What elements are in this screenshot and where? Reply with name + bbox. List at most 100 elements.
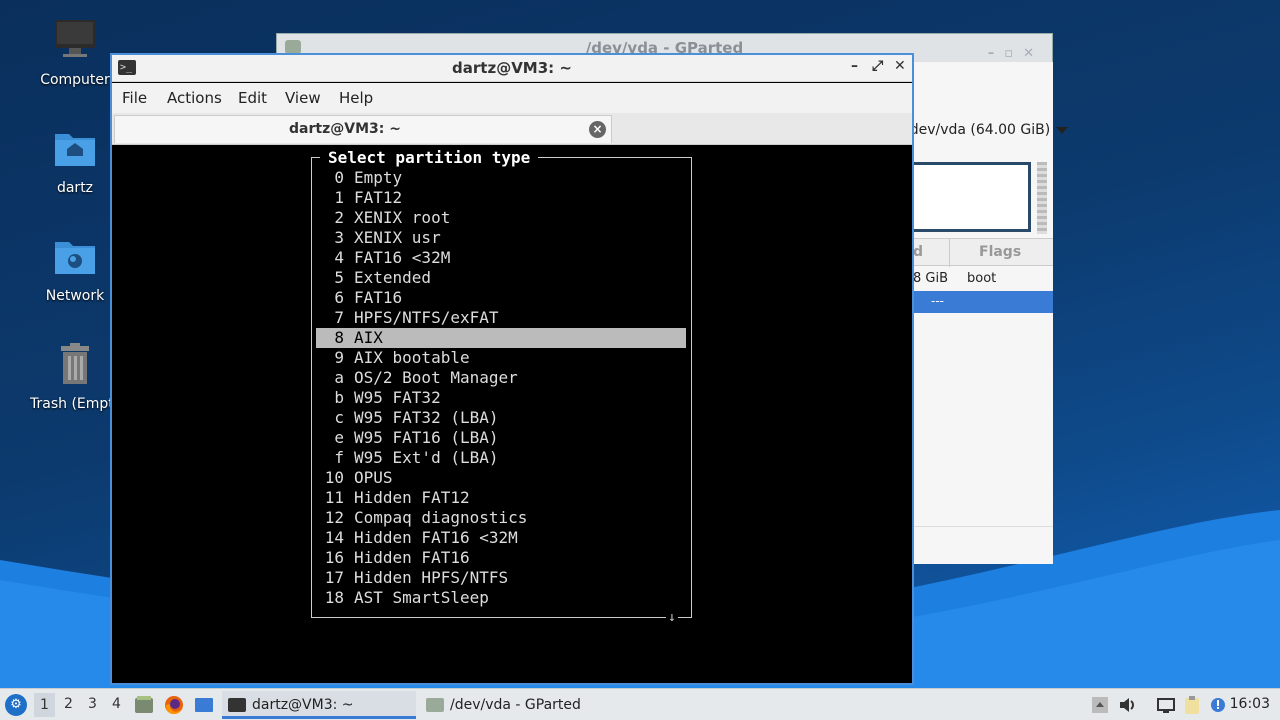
partition-option[interactable]: 12 Compaq diagnostics — [316, 508, 686, 528]
desktop-icon-label: dartz — [56, 180, 94, 196]
partition-option[interactable]: f W95 Ext'd (LBA) — [316, 448, 686, 468]
menu-help[interactable]: Help — [339, 89, 373, 107]
partition-option[interactable]: 2 XENIX root — [316, 208, 686, 228]
partition-code: 5 — [334, 268, 344, 287]
partition-name: W95 Ext'd (LBA) — [354, 448, 499, 467]
partition-option[interactable]: 4 FAT16 <32M — [316, 248, 686, 268]
tab-terminal[interactable]: dartz@VM3: ~ × — [114, 115, 612, 143]
gparted-icon — [426, 698, 444, 712]
terminal-content[interactable]: Select partition type 0 Empty 1 FAT12 2 XENIX… — [114, 147, 910, 683]
network-folder-icon — [55, 242, 95, 274]
tab-close-icon[interactable]: × — [589, 121, 606, 138]
terminal-titlebar[interactable]: >_ dartz@VM3: ~ – ⤢ ✕ — [112, 55, 912, 82]
start-menu-icon[interactable]: ⚙ — [5, 694, 27, 716]
partition-code: 7 — [334, 308, 344, 327]
partition-option-selected[interactable]: 8 AIX — [316, 328, 686, 348]
taskbar: ⚙ 1 2 3 4 dartz@VM3: ~ /dev/vda - GParte… — [0, 688, 1280, 720]
task-terminal[interactable]: dartz@VM3: ~ — [222, 691, 416, 719]
partition-option[interactable]: 5 Extended — [316, 268, 686, 288]
minimize-button[interactable]: – — [851, 58, 858, 74]
tray-arrow-icon[interactable] — [1090, 695, 1110, 715]
partition-code: 18 — [324, 588, 344, 607]
chevron-down-icon — [1056, 126, 1069, 134]
partition-code: 2 — [334, 208, 344, 227]
partition-name: Hidden FAT16 — [354, 548, 470, 567]
partition-name: Hidden FAT12 — [354, 488, 470, 507]
device-selector-label: /dev/vda (64.00 GiB) — [905, 122, 1051, 138]
partition-option[interactable]: 6 FAT16 — [316, 288, 686, 308]
partition-graph[interactable] — [913, 162, 1031, 232]
computer-icon — [55, 20, 95, 57]
terminal-icon — [228, 698, 246, 712]
workspace-4[interactable]: 4 — [112, 696, 121, 712]
task-label: dartz@VM3: ~ — [252, 697, 354, 713]
partition-option[interactable]: 16 Hidden FAT16 — [316, 548, 686, 568]
partition-code: 4 — [334, 248, 344, 267]
file-manager-icon[interactable] — [134, 695, 154, 715]
menu-file[interactable]: File — [122, 89, 147, 107]
partition-option[interactable]: 11 Hidden FAT12 — [316, 488, 686, 508]
task-gparted[interactable]: /dev/vda - GParted — [420, 691, 614, 719]
workspace-2[interactable]: 2 — [64, 696, 73, 712]
close-button[interactable]: ✕ — [894, 58, 906, 74]
partition-option[interactable]: a OS/2 Boot Manager — [316, 368, 686, 388]
column-header-flags[interactable]: Flags — [979, 244, 1021, 260]
tab-label: dartz@VM3: ~ — [289, 121, 401, 137]
partition-code: 16 — [324, 548, 344, 567]
partition-option[interactable]: 18 AST SmartSleep — [316, 588, 686, 608]
menu-edit[interactable]: Edit — [238, 89, 267, 107]
partition-name: OS/2 Boot Manager — [354, 368, 518, 387]
partition-name: AST SmartSleep — [354, 588, 489, 607]
partition-option[interactable]: 1 FAT12 — [316, 188, 686, 208]
partition-code: 1 — [334, 188, 344, 207]
trash-icon — [61, 343, 89, 384]
graph-scrollbar[interactable] — [1037, 162, 1047, 234]
column-header[interactable]: d — [913, 244, 923, 260]
partition-code: 9 — [334, 348, 344, 367]
menu-bar: File Actions Edit View Help — [112, 83, 912, 113]
partition-option[interactable]: 7 HPFS/NTFS/exFAT — [316, 308, 686, 328]
partition-name: Compaq diagnostics — [354, 508, 528, 527]
maximize-button[interactable]: ⤢ — [872, 58, 883, 74]
terminal-window[interactable]: >_ dartz@VM3: ~ – ⤢ ✕ File Actions Edit … — [110, 53, 914, 685]
partition-option[interactable]: e W95 FAT16 (LBA) — [316, 428, 686, 448]
gparted-visible-area: /dev/vda (64.00 GiB) d Flags 8 GiB boot … — [905, 62, 1069, 564]
table-row-selected[interactable]: --- — [913, 291, 1053, 313]
workspace-1[interactable]: 1 — [34, 693, 55, 717]
desktop-icon-computer[interactable]: Computer — [30, 18, 120, 88]
partition-code: 0 — [334, 168, 344, 187]
partition-name: HPFS/NTFS/exFAT — [354, 308, 499, 327]
menu-actions[interactable]: Actions — [167, 89, 222, 107]
partition-name: FAT16 <32M — [354, 248, 451, 267]
desktop-icon-network[interactable]: Network — [30, 234, 120, 304]
clipboard-icon[interactable] — [1182, 695, 1202, 715]
partition-size: 8 GiB — [913, 271, 949, 286]
partition-option[interactable]: 14 Hidden FAT16 <32M — [316, 528, 686, 548]
desktop-icon-trash[interactable]: Trash (Empty) — [30, 342, 128, 412]
partition-option[interactable]: 17 Hidden HPFS/NTFS — [316, 568, 686, 588]
table-row[interactable]: 8 GiB boot — [913, 268, 1053, 290]
gparted-icon — [285, 40, 301, 54]
device-selector[interactable]: /dev/vda (64.00 GiB) — [905, 122, 1069, 138]
partition-name: W95 FAT16 (LBA) — [354, 428, 499, 447]
desktop-icon-home[interactable]: dartz — [30, 126, 120, 196]
firefox-icon[interactable] — [164, 695, 184, 715]
partition-option[interactable]: b W95 FAT32 — [316, 388, 686, 408]
show-desktop-icon[interactable] — [194, 695, 214, 715]
partition-option[interactable]: 10 OPUS — [316, 468, 686, 488]
partition-option[interactable]: c W95 FAT32 (LBA) — [316, 408, 686, 428]
volume-icon[interactable] — [1118, 695, 1138, 715]
menu-view[interactable]: View — [285, 89, 321, 107]
workspace-3[interactable]: 3 — [88, 696, 97, 712]
clock[interactable]: 16:03 — [1230, 696, 1270, 712]
network-icon[interactable] — [1156, 695, 1176, 715]
notification-icon[interactable] — [1208, 695, 1228, 715]
partition-option[interactable]: 3 XENIX usr — [316, 228, 686, 248]
partition-code: 8 — [334, 328, 344, 347]
terminal-title: dartz@VM3: ~ — [452, 59, 572, 77]
partition-code: 11 — [324, 488, 344, 507]
partition-option[interactable]: 0 Empty — [316, 168, 686, 188]
partition-name: FAT12 — [354, 188, 403, 207]
partition-option[interactable]: 9 AIX bootable — [316, 348, 686, 368]
partition-code: c — [334, 408, 344, 427]
